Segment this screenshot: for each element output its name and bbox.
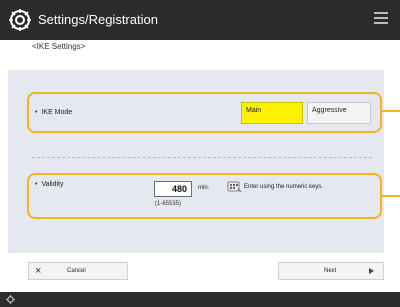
bullet-icon: •	[35, 181, 38, 188]
keypad-icon	[227, 181, 242, 193]
validity-unit: min.	[198, 185, 210, 191]
ike-mode-label: • IKE Mode	[35, 109, 73, 116]
divider	[32, 157, 372, 158]
main-mode-button[interactable]: Main	[241, 102, 303, 124]
validity-callout	[382, 195, 400, 197]
validity-input[interactable]: 480	[154, 181, 192, 197]
close-icon: ×	[35, 265, 42, 277]
validity-range: (1-65535)	[155, 201, 182, 207]
settings-icon	[9, 9, 31, 31]
title-bar: Settings/Registration	[0, 0, 400, 40]
window-title: Settings/Registration	[38, 12, 158, 27]
gear-icon[interactable]	[6, 295, 15, 304]
breadcrumb: <IKE Settings>	[32, 42, 86, 51]
ike-mode-callout	[382, 110, 400, 112]
next-label: Next	[324, 268, 337, 274]
status-bar	[0, 292, 400, 307]
menu-icon[interactable]	[374, 12, 388, 26]
aggressive-mode-button[interactable]: Aggressive	[307, 102, 371, 124]
validity-label: • Validity	[35, 181, 64, 188]
next-button[interactable]: Next	[278, 262, 384, 280]
bullet-icon: •	[35, 109, 38, 116]
cancel-button[interactable]: × Cancel	[28, 262, 128, 280]
validity-highlight	[27, 173, 382, 219]
arrow-right-icon	[369, 268, 374, 274]
cancel-label: Cancel	[67, 268, 86, 274]
numeric-keys-hint: Enter using the numeric keys.	[244, 184, 324, 190]
